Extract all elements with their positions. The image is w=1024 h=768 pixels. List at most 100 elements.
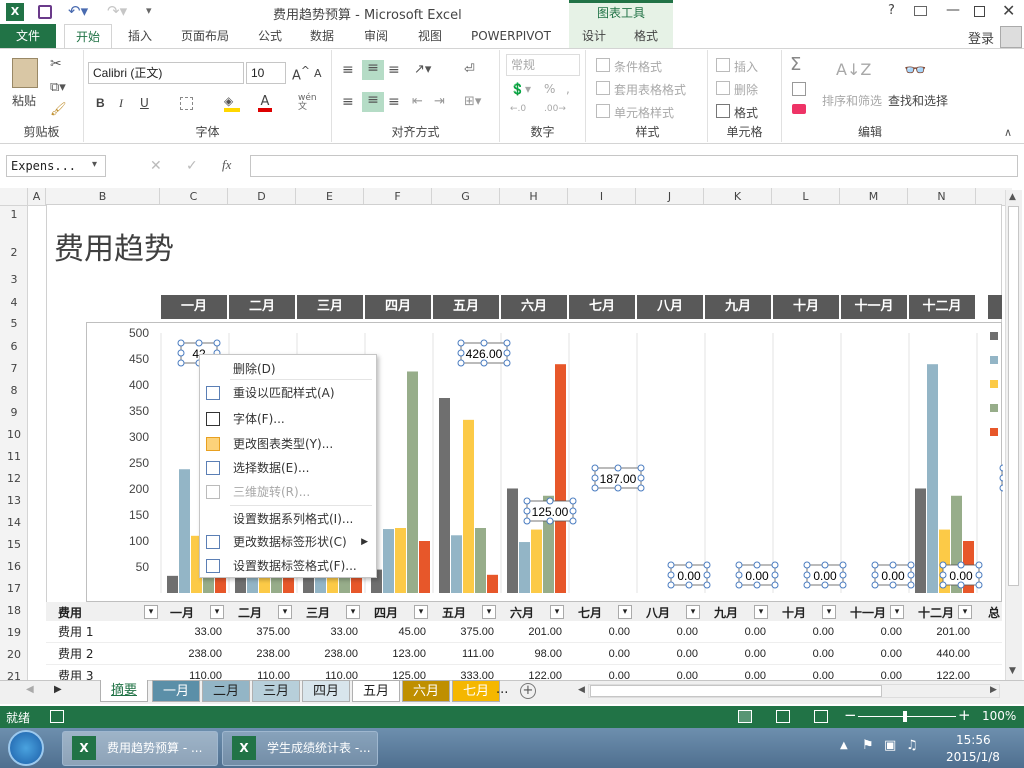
row-header[interactable]: 1 [0,208,28,221]
h-scroll-right-icon[interactable]: ▶ [990,685,997,695]
excel-app-icon[interactable]: X [6,3,24,21]
table-cell[interactable]: 0.00 [840,643,902,665]
table-cell[interactable]: 0.00 [704,621,766,643]
row-header[interactable]: 16 [0,560,28,573]
context-menu-item[interactable]: 选择数据(E)... [200,456,376,480]
delete-cells-button[interactable]: 删除 [734,81,758,98]
number-format-select[interactable]: 常规 [506,54,580,76]
save-icon[interactable] [38,5,52,19]
copy-icon[interactable]: ⧉▾ [50,80,66,95]
align-right-icon[interactable]: ≡ [388,94,400,110]
next-sheet-icon[interactable]: ▶ [54,684,62,695]
table-cell[interactable]: 45.00 [364,621,426,643]
row-header[interactable]: 2 [0,246,28,259]
filter-dropdown-icon[interactable]: ▾ [754,605,768,619]
sort-filter-icon[interactable]: A↓Z [836,60,871,79]
row-header[interactable]: 11 [0,450,28,463]
sheet-tab[interactable]: 四月 [302,680,350,702]
sheet-tab[interactable]: 六月 [402,680,450,702]
phonetic-icon[interactable]: wén 文 [298,94,317,112]
table-cell[interactable]: 0.00 [704,643,766,665]
cancel-formula-icon[interactable]: ✕ [150,158,162,174]
tab-file[interactable]: 文件 [0,24,56,48]
fill-color-icon[interactable]: ◈ [224,94,240,112]
filter-dropdown-icon[interactable]: ▾ [686,605,700,619]
table-cell[interactable]: 111.00 [432,643,494,665]
increase-indent-icon[interactable]: ⇥ [434,94,445,109]
insert-cells-button[interactable]: 插入 [734,58,758,75]
sheet-tab[interactable]: 七月 [452,680,500,702]
table-cell[interactable]: 201.00 [908,621,970,643]
row-label[interactable]: 费用 1 [58,621,148,643]
zoom-slider-thumb[interactable] [903,711,907,722]
filter-dropdown-icon[interactable]: ▾ [890,605,904,619]
filter-dropdown-icon[interactable]: ▾ [618,605,632,619]
row-header[interactable]: 19 [0,626,28,639]
shrink-font-icon[interactable]: A [314,67,322,80]
flag-icon[interactable]: ⚑ [862,738,874,753]
more-sheets[interactable]: ... [496,682,508,697]
context-menu-item[interactable]: 重设以匹配样式(A) [200,379,376,405]
row-header[interactable]: 10 [0,428,28,441]
tab-design[interactable]: 设计 [572,24,616,48]
minimize-button[interactable]: — [946,2,960,18]
help-button[interactable]: ? [888,3,895,18]
table-cell[interactable]: 0.00 [840,621,902,643]
underline-button[interactable]: U [140,96,149,110]
context-menu-item[interactable]: 更改图表类型(Y)... [200,432,376,456]
table-cell[interactable]: 0.00 [636,621,698,643]
zoom-slider[interactable] [858,716,956,717]
legend-icon[interactable] [990,404,998,412]
row-header[interactable]: 18 [0,604,28,617]
wrap-text-icon[interactable]: ⏎ [464,62,475,77]
italic-button[interactable]: I [119,96,123,111]
context-menu-item[interactable]: 设置数据系列格式(I)... [200,505,376,531]
row-label[interactable]: 费用 2 [58,643,148,665]
column-header[interactable] [0,188,28,206]
start-button-icon[interactable] [8,730,44,766]
undo-icon[interactable]: ↶▾ [68,2,88,20]
row-header[interactable]: 17 [0,582,28,595]
font-size-select[interactable]: 10 [246,62,286,84]
merge-center-icon[interactable]: ⊞▾ [464,94,481,109]
table-cell[interactable]: 0.00 [636,643,698,665]
align-middle-icon[interactable]: ≡ [362,60,384,80]
formula-input[interactable] [250,155,1018,177]
sheet-tab[interactable]: 三月 [252,680,300,702]
table-cell[interactable]: 375.00 [432,621,494,643]
table-cell[interactable]: 375.00 [228,621,290,643]
orientation-icon[interactable]: ↗▾ [414,62,431,77]
filter-dropdown-icon[interactable]: ▾ [550,605,564,619]
table-cell[interactable]: 0.00 [568,621,630,643]
currency-icon[interactable]: 💲▾ [510,82,531,96]
filter-dropdown-icon[interactable]: ▾ [346,605,360,619]
table-cell[interactable]: 98.00 [500,643,562,665]
comma-icon[interactable]: , [566,82,570,96]
add-sheet-icon[interactable]: + [520,683,536,699]
row-header[interactable]: 3 [0,273,28,286]
paste-button[interactable]: 粘贴 [12,92,36,109]
context-menu-item[interactable]: 更改数据标签形状(C) ▶ [200,530,376,554]
conditional-format-button[interactable]: 条件格式 [614,58,662,75]
find-select-button[interactable]: 查找和选择 [888,92,948,109]
close-button[interactable]: ✕ [1002,1,1015,20]
filter-dropdown-icon[interactable]: ▾ [482,605,496,619]
tray-expand-icon[interactable]: ▲ [840,740,848,751]
table-cell[interactable]: 123.00 [364,643,426,665]
format-painter-icon[interactable]: 🖌 [50,102,67,117]
bold-button[interactable]: B [96,96,105,110]
align-top-icon[interactable]: ≡ [342,62,354,78]
tab-powerpivot[interactable]: POWERPIVOT [462,24,560,48]
tab-view[interactable]: 视图 [408,24,452,48]
find-select-icon[interactable]: 👓 [904,60,926,81]
tab-formulas[interactable]: 公式 [248,24,292,48]
row-header[interactable]: 4 [0,296,28,309]
row-header[interactable]: 12 [0,472,28,485]
legend-icon[interactable] [990,428,998,436]
font-color-icon[interactable]: A [258,94,272,112]
table-cell[interactable]: 238.00 [228,643,290,665]
filter-dropdown-icon[interactable]: ▾ [414,605,428,619]
ribbon-display-icon[interactable] [914,6,927,16]
filter-dropdown-icon[interactable]: ▾ [958,605,972,619]
table-cell[interactable]: 238.00 [296,643,358,665]
